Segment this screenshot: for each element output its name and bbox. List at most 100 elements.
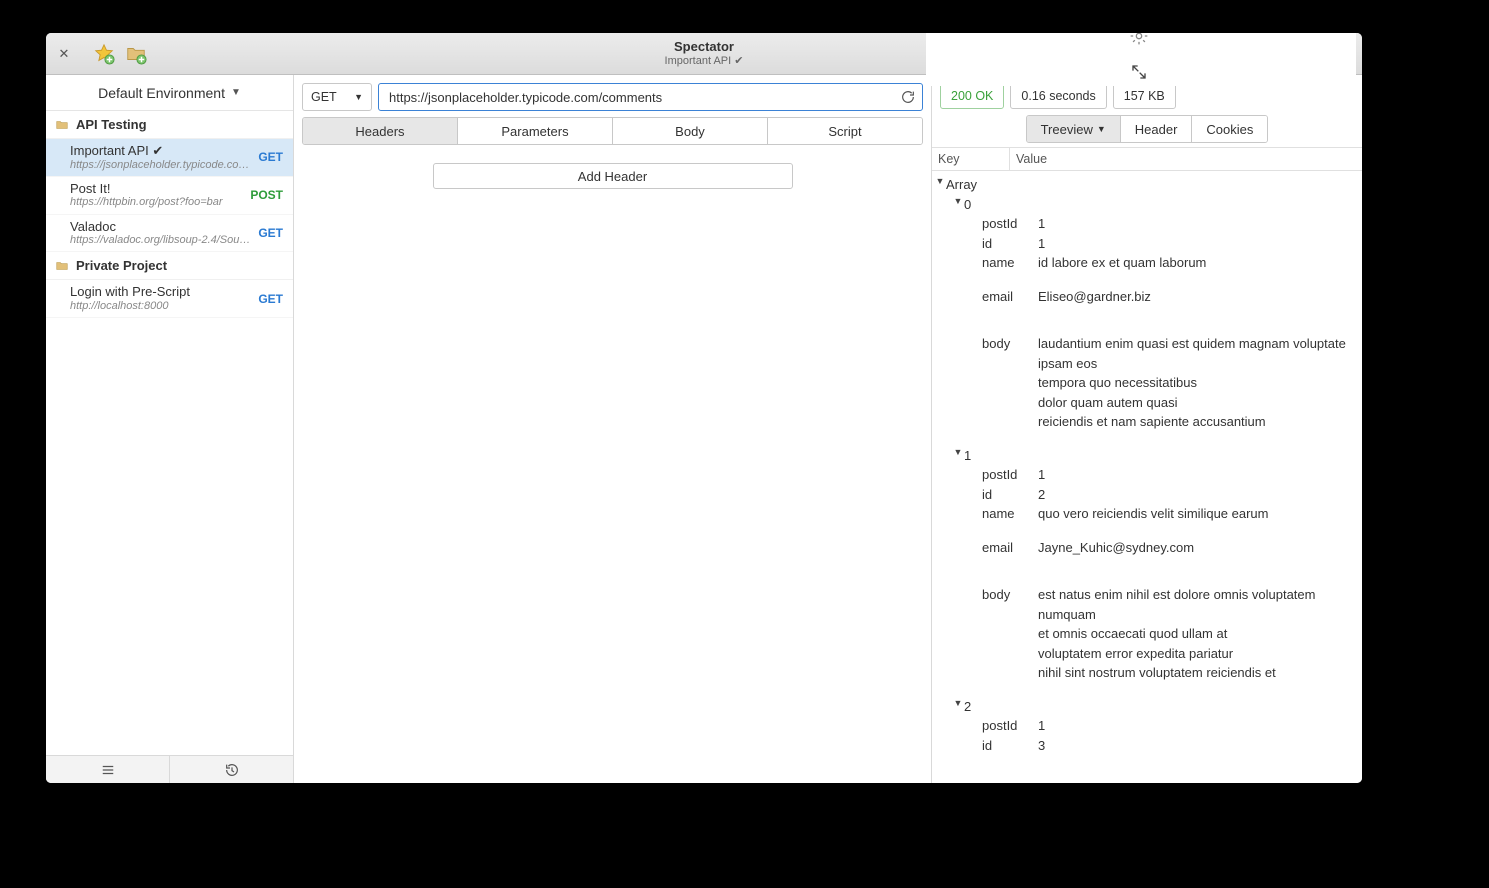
tree-value: 2 [1038,485,1360,505]
request-item[interactable]: Post It!https://httpbin.org/post?foo=bar… [46,177,293,215]
tree-field: id3 [934,736,1360,756]
request-name: Post It! [70,181,246,197]
folder-label: API Testing [76,117,147,132]
url-field-wrapper [378,83,923,111]
request-url: http://localhost:8000 [70,300,254,313]
view-tab-header[interactable]: Header [1121,116,1193,142]
tree-field: bodyest natus enim nihil est dolore omni… [934,585,1360,683]
request-name: Important API ✔ [70,143,254,159]
http-method-value: GET [311,90,337,104]
tree-field: postId1 [934,214,1360,234]
chevron-down-icon: ▼ [231,87,241,98]
tab-script[interactable]: Script [768,118,922,144]
add-header-button[interactable]: Add Header [433,163,793,189]
tree-node[interactable]: ▼2 [934,697,1360,717]
tree-node[interactable]: ▼1 [934,446,1360,466]
tree-value: 3 [1038,736,1360,756]
tree-key: body [982,585,1038,605]
titlebar: ✕ Spectator Important API ✔ [46,33,1362,75]
folder[interactable]: API Testing [46,111,293,139]
tree-field: namequo vero reiciendis velit similique … [934,504,1360,524]
menu-icon [100,763,116,777]
tree-key: email [982,538,1038,558]
request-url: https://jsonplaceholder.typicode.co… [70,159,254,172]
request-item[interactable]: Important API ✔https://jsonplaceholder.t… [46,139,293,177]
star-plus-icon [93,43,115,65]
tab-body[interactable]: Body [613,118,768,144]
tree-value: Eliseo@gardner.biz [1038,287,1360,307]
response-view-tabs: Treeview ▼HeaderCookies [1026,115,1269,143]
http-method-select[interactable]: GET ▼ [302,83,372,111]
request-name: Valadoc [70,219,254,235]
folder[interactable]: Private Project [46,252,293,280]
folder-icon [54,259,70,273]
tree-field: nameid labore ex et quam laborum [934,253,1360,273]
url-input[interactable] [387,89,900,106]
tree-key: name [982,253,1038,273]
tree-key: id [982,485,1038,505]
tree-key: postId [982,465,1038,485]
sidebar: Default Environment ▼ API Testing Importa… [46,75,294,783]
tree-value: 1 [1038,716,1360,736]
sidebar-menu-button[interactable] [46,756,170,783]
fullscreen-button[interactable] [1124,58,1154,86]
tree-key: body [982,334,1038,354]
tree-field: emailEliseo@gardner.biz [934,287,1360,307]
tree-field: bodylaudantium enim quasi est quidem mag… [934,334,1360,432]
folder-icon [54,118,70,132]
request-subtabs: HeadersParametersBodyScript [302,117,923,145]
response-status-badge: 200 OK [940,83,1004,109]
app-window: ✕ Spectator Important API ✔ [46,33,1362,783]
tab-headers[interactable]: Headers [303,118,458,144]
view-tab-cookies[interactable]: Cookies [1192,116,1267,142]
tab-parameters[interactable]: Parameters [458,118,613,144]
settings-button[interactable] [1124,33,1154,50]
tree-value: Array [946,175,1360,195]
close-button[interactable]: ✕ [52,42,76,66]
tree-value: 0 [964,195,1360,215]
tree-value: quo vero reiciendis velit similique earu… [1038,504,1360,524]
request-method: GET [258,150,283,164]
view-tab-treeview[interactable]: Treeview ▼ [1027,116,1121,142]
tree-key: id [982,234,1038,254]
request-url: https://valadoc.org/libsoup-2.4/Sou… [70,234,254,247]
folder-label: Private Project [76,258,167,273]
request-item[interactable]: Login with Pre-Scripthttp://localhost:80… [46,280,293,318]
tree-node[interactable]: ▼Array [934,175,1360,195]
reload-icon [900,89,916,105]
disclosure-triangle-icon[interactable]: ▼ [952,446,964,460]
tree-field: postId1 [934,465,1360,485]
tree-value: id labore ex et quam laborum [1038,253,1360,273]
add-header-label: Add Header [578,169,647,184]
sidebar-footer [46,755,293,783]
tree-value: 1 [1038,465,1360,485]
disclosure-triangle-icon[interactable]: ▼ [952,697,964,711]
column-key: Key [932,148,1010,170]
disclosure-triangle-icon[interactable]: ▼ [952,195,964,209]
environment-label: Default Environment [98,85,225,101]
tree-field: emailJayne_Kuhic@sydney.com [934,538,1360,558]
column-value: Value [1010,148,1362,170]
new-request-favorite-button[interactable] [90,40,118,68]
tree-key: email [982,287,1038,307]
send-request-button[interactable] [900,89,916,105]
disclosure-triangle-icon[interactable]: ▼ [934,175,946,189]
tree-key: name [982,504,1038,524]
tree-value: est natus enim nihil est dolore omnis vo… [1038,585,1360,683]
tree-value: laudantium enim quasi est quidem magnam … [1038,334,1360,432]
request-name: Login with Pre-Script [70,284,254,300]
tree-value: 2 [964,697,1360,717]
tree-value: 1 [1038,234,1360,254]
response-treeview[interactable]: ▼Array▼0postId1id1nameid labore ex et qu… [932,171,1362,783]
tree-value: 1 [964,446,1360,466]
request-item[interactable]: Valadochttps://valadoc.org/libsoup-2.4/S… [46,215,293,253]
new-folder-button[interactable] [122,40,150,68]
sidebar-history-button[interactable] [170,756,293,783]
history-icon [224,762,240,778]
tree-field: postId1 [934,716,1360,736]
folder-plus-icon [125,43,147,65]
environment-selector[interactable]: Default Environment ▼ [46,75,293,111]
tree-node[interactable]: ▼0 [934,195,1360,215]
gear-icon [1129,33,1149,46]
response-size-badge: 157 KB [1113,83,1176,109]
